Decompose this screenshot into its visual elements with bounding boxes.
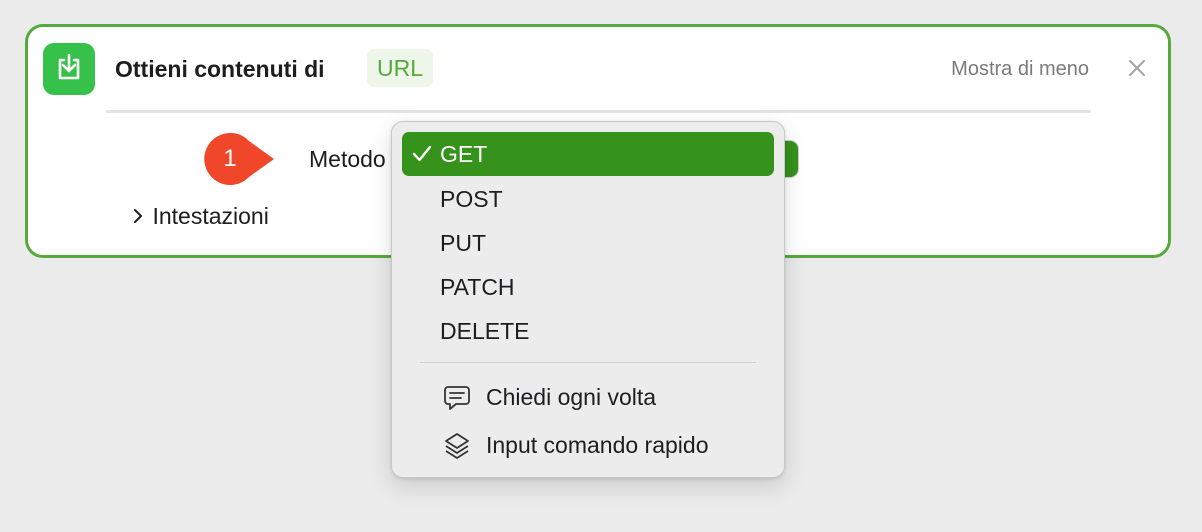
close-icon[interactable] bbox=[1126, 57, 1148, 79]
download-tray-icon bbox=[43, 43, 95, 95]
show-less-button[interactable]: Mostra di meno bbox=[951, 57, 1089, 81]
menu-item-get[interactable]: GET bbox=[402, 132, 774, 176]
header-divider bbox=[106, 110, 1091, 113]
checkmark-icon bbox=[412, 145, 432, 162]
method-label: Metodo bbox=[309, 146, 386, 172]
url-parameter-token[interactable]: URL bbox=[367, 49, 434, 87]
step-number: 1 bbox=[223, 145, 237, 172]
method-dropdown-menu: GET POST PUT PATCH DELETE Chiedi ogni vo… bbox=[391, 121, 785, 478]
menu-item-label: POST bbox=[440, 186, 503, 212]
step-badge: 1 bbox=[204, 133, 278, 185]
menu-item-post[interactable]: POST bbox=[402, 177, 774, 221]
menu-separator bbox=[420, 362, 756, 363]
speech-bubble-icon bbox=[444, 386, 470, 410]
menu-item-label: Input comando rapido bbox=[486, 432, 709, 458]
action-title: Ottieni contenuti di bbox=[115, 56, 325, 82]
headers-label: Intestazioni bbox=[152, 203, 269, 229]
chevron-right-icon bbox=[134, 209, 142, 223]
menu-item-put[interactable]: PUT bbox=[402, 221, 774, 265]
menu-item-label: Chiedi ogni volta bbox=[486, 384, 657, 410]
menu-item-patch[interactable]: PATCH bbox=[402, 265, 774, 309]
menu-item-label: GET bbox=[440, 141, 488, 167]
menu-item-label: DELETE bbox=[440, 318, 530, 344]
menu-item-delete[interactable]: DELETE bbox=[402, 309, 774, 353]
menu-item-label: PATCH bbox=[440, 274, 515, 300]
menu-item-label: PUT bbox=[440, 230, 486, 256]
menu-item-ask-each-time[interactable]: Chiedi ogni volta bbox=[402, 375, 774, 419]
shortcut-layers-icon bbox=[445, 433, 469, 459]
headers-disclosure[interactable]: Intestazioni bbox=[130, 202, 269, 232]
menu-item-shortcut-input[interactable]: Input comando rapido bbox=[402, 423, 774, 467]
